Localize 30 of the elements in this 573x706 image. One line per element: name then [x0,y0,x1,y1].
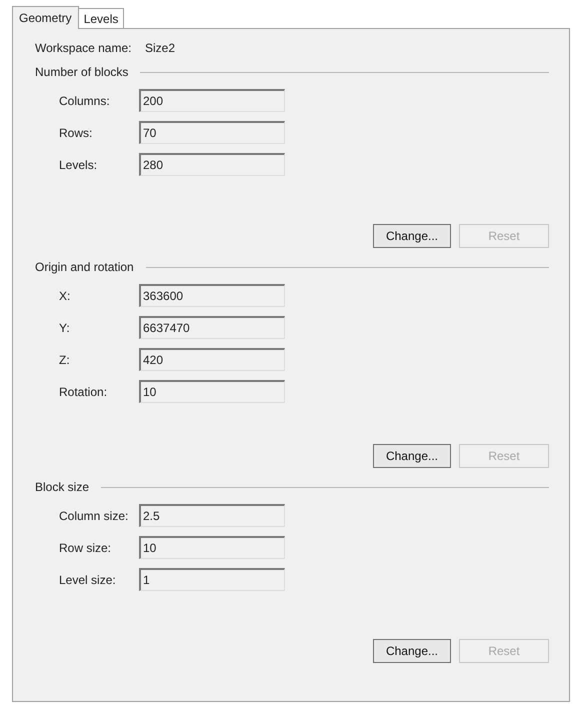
group-title: Origin and rotation [35,259,134,276]
tab[interactable]: Levels [78,8,124,28]
field-label: Level size: [59,572,117,588]
field-label: Columns: [59,92,111,110]
input-field[interactable]: 10 [139,380,285,403]
change-button[interactable]: Change... [373,224,451,248]
input-field[interactable]: 280 [139,153,285,176]
field-label: X: [59,288,72,304]
input-field[interactable]: 420 [139,348,285,371]
input-field[interactable]: 200 [139,89,285,112]
change-button[interactable]: Change... [373,639,451,663]
input-field[interactable]: 6637470 [139,316,285,339]
group-title: Block size [35,479,90,496]
field-label: Rows: [59,124,94,142]
tab[interactable]: Geometry [12,6,79,29]
input-field[interactable]: 10 [139,536,285,559]
field-label: Rotation: [59,384,108,400]
input-field[interactable]: 363600 [139,284,285,307]
group-title: Number of blocks [35,64,128,81]
input-field[interactable]: 70 [139,121,285,144]
field-label: Column size: [59,508,130,524]
workspace-label: Workspace name: [35,40,132,57]
workspace-value: Size2 [145,40,176,57]
input-field[interactable]: 2.5 [139,504,285,527]
input-field[interactable]: 1 [139,568,285,591]
field-label: Z: [59,352,71,368]
change-button[interactable]: Change... [373,444,451,468]
field-label: Levels: [59,156,98,174]
field-label: Y: [59,320,71,336]
field-label: Row size: [59,540,112,556]
